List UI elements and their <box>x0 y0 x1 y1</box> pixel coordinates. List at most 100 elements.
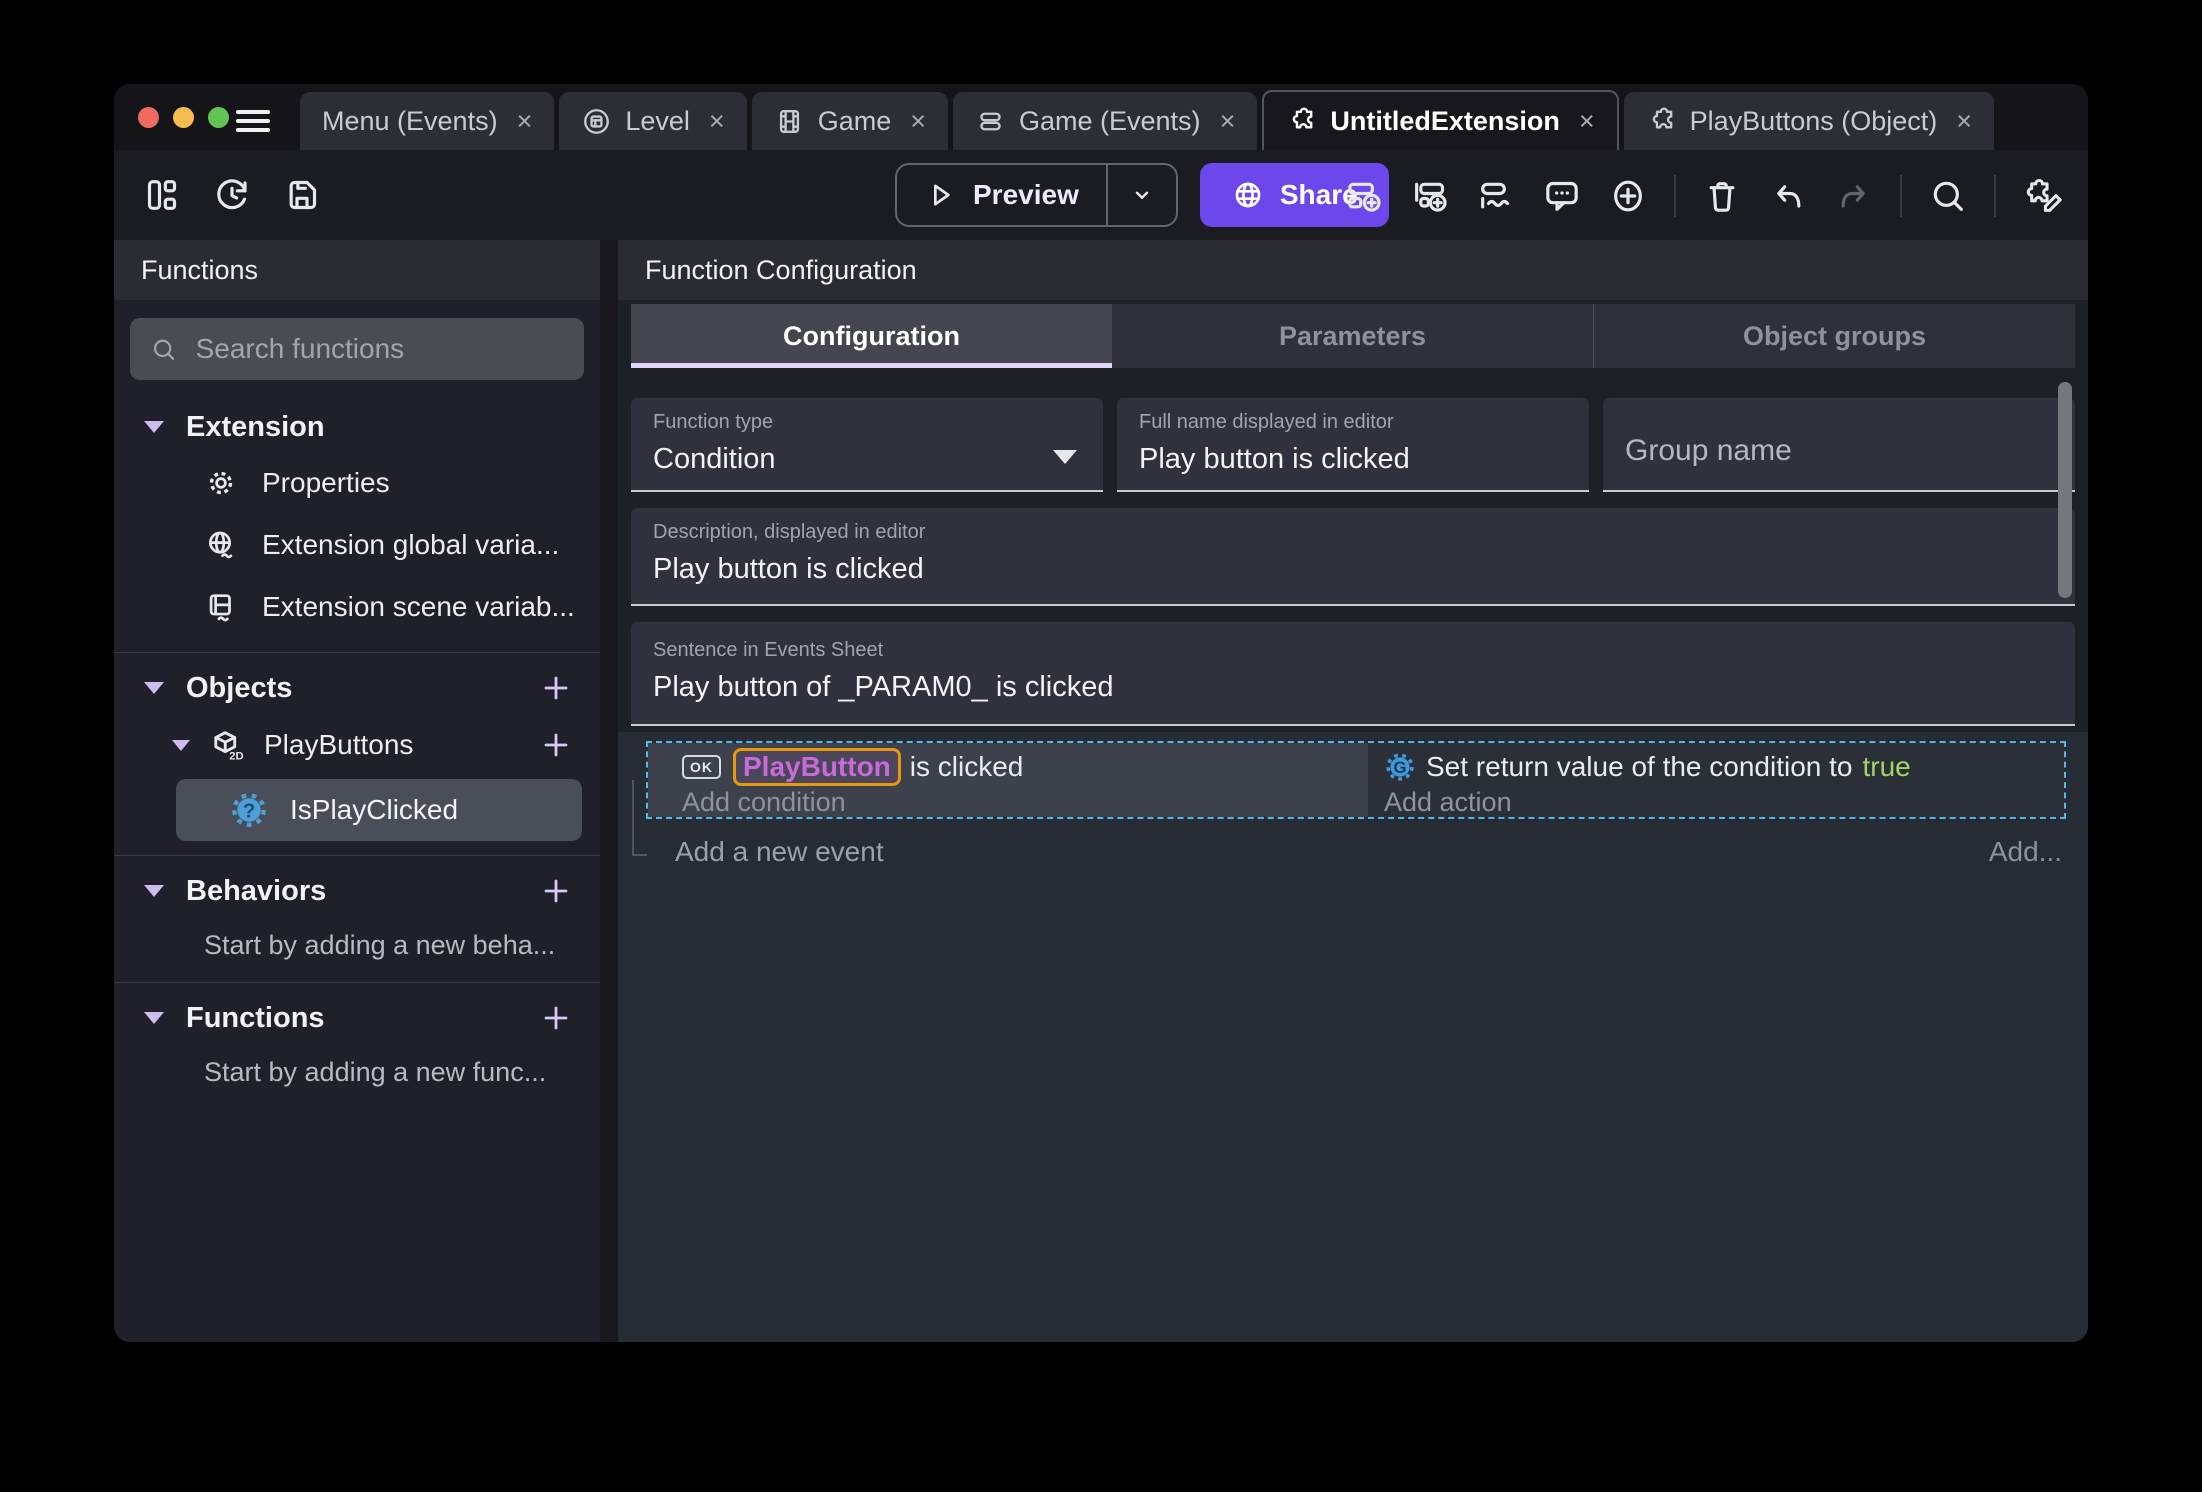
action-item[interactable]: G Set return value of the condition to t… <box>1384 747 2064 787</box>
edit-extension-button[interactable] <box>2022 175 2064 217</box>
group-name-field[interactable] <box>1603 398 2075 492</box>
full-name-field[interactable]: Full name displayed in editor Play butto… <box>1117 398 1589 492</box>
add-function-icon[interactable] <box>540 1002 572 1034</box>
event-actions-column: G Set return value of the condition to t… <box>1368 743 2064 817</box>
globe-icon <box>1235 182 1261 208</box>
function-type-select[interactable]: Function type Condition <box>631 398 1103 492</box>
puzzle-icon <box>1293 107 1313 129</box>
tab-label: Game (Events) <box>1019 105 1201 136</box>
action-value: true <box>1862 751 1911 782</box>
close-tab-icon[interactable]: × <box>1220 106 1236 137</box>
event-row-selected[interactable]: OK PlayButton is clicked Add condition G… <box>646 741 2066 819</box>
tab-game-events[interactable]: Game (Events) × <box>953 92 1258 150</box>
redo-icon <box>1841 185 1865 208</box>
tab-configuration[interactable]: Configuration <box>631 304 1112 368</box>
sidebar-item-properties[interactable]: Properties <box>114 452 600 514</box>
close-tab-icon[interactable]: × <box>709 106 725 137</box>
section-objects[interactable]: Objects <box>114 663 600 713</box>
tab-menu-events[interactable]: Menu (Events) × <box>300 92 555 150</box>
preview-label: Preview <box>973 179 1079 210</box>
close-tab-icon[interactable]: × <box>910 106 926 137</box>
group-name-input[interactable] <box>1625 433 2053 468</box>
section-functions[interactable]: Functions <box>114 993 600 1043</box>
tab-label: UntitledExtension <box>1330 105 1560 136</box>
description-field[interactable]: Description, displayed in editor Play bu… <box>631 508 2075 606</box>
search-button[interactable] <box>1928 176 1968 216</box>
main-menu-icon[interactable] <box>236 110 270 137</box>
sentence-field[interactable]: Sentence in Events Sheet Play button of … <box>631 622 2075 726</box>
add-action-link[interactable]: Add action <box>1384 787 2064 817</box>
chevron-down-icon <box>1135 191 1149 199</box>
tree-item-label: PlayButtons <box>264 729 414 760</box>
tab-level[interactable]: Level × <box>559 92 747 150</box>
preview-button[interactable]: Preview <box>895 163 1178 227</box>
section-label: Functions <box>186 1001 325 1034</box>
close-tab-icon[interactable]: × <box>1579 106 1595 137</box>
gear-icon <box>209 471 233 495</box>
sidebar-item-extension-scene-variables[interactable]: Extension scene variab... <box>114 576 600 638</box>
edit-extension-icon <box>2026 179 2062 212</box>
field-label: Sentence in Events Sheet <box>653 639 884 661</box>
condition-object-chip[interactable]: PlayButton <box>733 748 901 786</box>
maximize-window-button[interactable] <box>208 107 229 128</box>
add-new-event-link[interactable]: Add a new event <box>675 836 884 868</box>
globe-variable-icon <box>209 531 233 559</box>
tree-item-isplayclicked-selected[interactable]: ? IsPlayClicked <box>176 779 582 841</box>
delete-button[interactable] <box>1702 176 1742 216</box>
add-behavior-icon[interactable] <box>540 875 572 907</box>
tab-game[interactable]: Game × <box>751 92 948 150</box>
add-more-link[interactable]: Add... <box>1989 836 2062 868</box>
divider <box>114 982 600 983</box>
divider <box>114 652 600 653</box>
tree-item-label: IsPlayClicked <box>290 794 459 825</box>
close-window-button[interactable] <box>138 107 159 128</box>
chevron-down-icon <box>144 1012 164 1024</box>
field-label: Full name displayed in editor <box>1139 411 1394 433</box>
add-condition-link[interactable]: Add condition <box>682 787 1368 817</box>
close-tab-icon[interactable]: × <box>1956 106 1972 137</box>
events-sheet-icon <box>980 112 1001 130</box>
history-button[interactable] <box>212 175 252 215</box>
object-2d-icon: 2D <box>214 731 244 762</box>
field-value: Play button of _PARAM0_ is clicked <box>653 671 1114 703</box>
tree-item-playbuttons[interactable]: 2D PlayButtons <box>114 713 600 777</box>
condition-item[interactable]: OK PlayButton is clicked <box>682 747 1368 787</box>
close-tab-icon[interactable]: × <box>517 106 533 137</box>
event-conditions-column: OK PlayButton is clicked Add condition <box>648 743 1368 817</box>
editor-tabs: Menu (Events) × Level × Game × Game (Eve… <box>300 90 1995 150</box>
tab-object-groups[interactable]: Object groups <box>1593 304 2075 368</box>
add-object-icon[interactable] <box>540 672 572 704</box>
action-text: Set return value of the condition to <box>1426 751 1853 782</box>
undo-button[interactable] <box>1768 176 1808 216</box>
comment-icon <box>1546 181 1578 211</box>
functions-empty-hint: Start by adding a new func... <box>204 1056 547 1087</box>
tab-playbuttons-object[interactable]: PlayButtons (Object) × <box>1623 92 1995 150</box>
add-other-event-button[interactable] <box>1476 176 1516 216</box>
add-subevent-button[interactable] <box>1410 176 1450 216</box>
add-event-button[interactable] <box>1344 176 1384 216</box>
add-element-button[interactable] <box>1608 176 1648 216</box>
field-label: Function type <box>653 411 774 433</box>
add-object-function-icon[interactable] <box>540 729 572 761</box>
vertical-scrollbar[interactable] <box>2058 382 2072 598</box>
section-extension[interactable]: Extension <box>114 402 600 452</box>
section-label: Extension <box>186 410 325 443</box>
tab-label: Game <box>817 105 892 136</box>
tab-parameters[interactable]: Parameters <box>1112 304 1593 368</box>
search-functions-box[interactable] <box>130 318 584 380</box>
tab-label: PlayButtons (Object) <box>1689 105 1938 136</box>
tab-untitled-extension[interactable]: UntitledExtension × <box>1262 90 1619 150</box>
redo-button[interactable] <box>1834 176 1874 216</box>
history-icon <box>217 179 247 210</box>
functions-sidebar: Functions Extension Properties <box>114 240 600 1342</box>
open-project-manager-button[interactable] <box>142 175 182 215</box>
sidebar-item-extension-global-variables[interactable]: Extension global varia... <box>114 514 600 576</box>
minimize-window-button[interactable] <box>173 107 194 128</box>
save-icon <box>289 180 317 210</box>
save-button[interactable] <box>282 175 322 215</box>
search-functions-input[interactable] <box>195 333 564 365</box>
preview-options-dropdown[interactable] <box>1108 165 1176 225</box>
section-behaviors[interactable]: Behaviors <box>114 866 600 916</box>
add-comment-button[interactable] <box>1542 176 1582 216</box>
configuration-tabs: Configuration Parameters Object groups <box>631 304 2075 368</box>
